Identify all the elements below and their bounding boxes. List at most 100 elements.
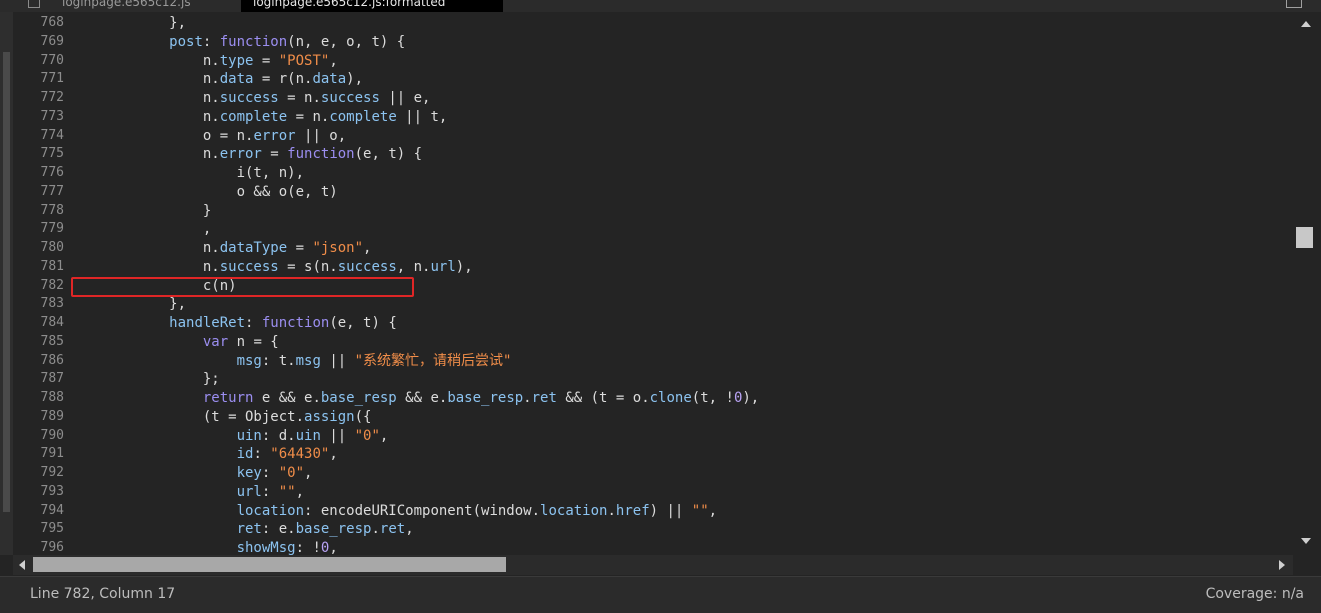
code-line[interactable]: return e && e.base_resp && e.base_resp.r… [68, 389, 1293, 408]
code-token: "系统繁忙，请稍后尝试" [354, 352, 512, 369]
code-token: n. [68, 240, 220, 256]
line-number[interactable]: 777 [14, 183, 64, 202]
code-token: data [219, 71, 254, 88]
code-line[interactable]: msg: t.msg || "系统繁忙，请稍后尝试" [68, 352, 1293, 371]
code-line[interactable]: n.error = function(e, t) { [68, 145, 1293, 164]
code-line[interactable]: key: "0", [68, 464, 1293, 483]
code-token: || t, [396, 108, 448, 125]
code-line[interactable]: n.success = n.success || e, [68, 89, 1293, 108]
line-number[interactable]: 783 [14, 295, 64, 314]
code-token: , [68, 221, 212, 238]
code-line[interactable]: n.success = s(n.success, n.url), [68, 258, 1293, 277]
code-token: = [261, 146, 288, 163]
line-number[interactable]: 794 [14, 502, 64, 521]
code-token: ({ [354, 408, 372, 425]
line-number[interactable]: 769 [14, 33, 64, 52]
code-token: n. [68, 71, 220, 88]
code-token: n. [68, 90, 220, 106]
line-number[interactable]: 770 [14, 52, 64, 71]
vertical-scrollbar-thumb[interactable] [1296, 227, 1313, 248]
code-line[interactable]: uin: d.uin || "0", [68, 427, 1293, 446]
line-number[interactable]: 778 [14, 202, 64, 221]
tab-loginpage-js-formatted[interactable]: loginpage.e565c12.js:formatted [241, 0, 503, 12]
toggle-sidebar-icon[interactable] [1286, 0, 1302, 8]
code-token: e && e. [253, 390, 321, 406]
line-number[interactable]: 780 [14, 239, 64, 258]
code-token: function [219, 33, 288, 50]
line-number[interactable]: 790 [14, 427, 64, 446]
line-number[interactable]: 782 [14, 277, 64, 296]
line-number[interactable]: 795 [14, 520, 64, 539]
line-number[interactable]: 774 [14, 127, 64, 146]
line-number[interactable]: 776 [14, 164, 64, 183]
code-line[interactable]: }; [68, 370, 1293, 389]
code-line[interactable]: id: "64430", [68, 445, 1293, 464]
line-number[interactable]: 787 [14, 370, 64, 389]
line-number[interactable]: 779 [14, 220, 64, 239]
line-number[interactable]: 788 [14, 389, 64, 408]
code-line[interactable]: o = n.error || o, [68, 127, 1293, 146]
navigator-scrollbar-thumb[interactable] [3, 52, 10, 512]
code-line[interactable]: url: "", [68, 483, 1293, 502]
code-token: . [523, 390, 532, 406]
code-line[interactable]: } [68, 202, 1293, 221]
code-token: success [320, 90, 380, 106]
vertical-scrollbar[interactable] [1293, 12, 1321, 555]
code-token: = n. [278, 90, 321, 106]
code-line[interactable]: o && o(e, t) [68, 183, 1293, 202]
line-number[interactable]: 773 [14, 108, 64, 127]
cursor-position[interactable]: Line 782, Column 17 [30, 586, 175, 602]
line-number[interactable]: 792 [14, 464, 64, 483]
horizontal-scrollbar[interactable] [13, 555, 1293, 575]
code-token: n. [68, 258, 220, 275]
line-number[interactable]: 789 [14, 408, 64, 427]
line-number[interactable]: 768 [14, 14, 64, 33]
tab-loginpage-js[interactable]: loginpage.e565c12.js [0, 0, 238, 12]
code-line[interactable]: n.type = "POST", [68, 52, 1293, 71]
code-token: n. [68, 52, 220, 69]
code-line[interactable]: var n = { [68, 333, 1293, 352]
line-number[interactable]: 786 [14, 352, 64, 371]
code-line[interactable]: ret: e.base_resp.ret, [68, 520, 1293, 539]
code-line[interactable]: post: function(n, e, o, t) { [68, 33, 1293, 52]
code-token: || [320, 352, 355, 369]
navigator-scrollbar[interactable] [0, 12, 13, 555]
line-number[interactable]: 781 [14, 258, 64, 277]
code-token: base_resp [295, 521, 372, 538]
line-number-gutter[interactable]: 768 769 770 771 772 773 774 775 776 777 778 779 780 7… [13, 12, 68, 555]
line-number[interactable]: 775 [14, 145, 64, 164]
line-number[interactable]: 784 [14, 314, 64, 333]
code-line[interactable]: n.data = r(n.data), [68, 70, 1293, 89]
scroll-up-arrow-icon[interactable] [1301, 21, 1311, 27]
code-line[interactable]: showMsg: !0, [68, 539, 1293, 555]
line-number[interactable]: 796 [14, 539, 64, 555]
scroll-right-arrow-icon[interactable] [1279, 560, 1285, 570]
code-token: "" [278, 483, 296, 500]
line-number[interactable]: 791 [14, 445, 64, 464]
code-line[interactable]: }, [68, 14, 1293, 33]
code-line[interactable]: , [68, 220, 1293, 239]
horizontal-scrollbar-thumb[interactable] [33, 557, 506, 572]
code-token: ret [379, 521, 406, 538]
code-line[interactable]: location: encodeURIComponent(window.loca… [68, 502, 1293, 521]
code-line[interactable]: n.dataType = "json", [68, 239, 1293, 258]
scroll-down-arrow-icon[interactable] [1301, 538, 1311, 544]
code-editor[interactable]: 768 769 770 771 772 773 774 775 776 777 778 779 780 7… [0, 12, 1321, 555]
code-token: . [371, 521, 380, 538]
code-line[interactable]: (t = Object.assign({ [68, 408, 1293, 427]
code-line[interactable]: handleRet: function(e, t) { [68, 314, 1293, 333]
line-number[interactable]: 771 [14, 70, 64, 89]
line-number[interactable]: 772 [14, 89, 64, 108]
line-number[interactable]: 793 [14, 483, 64, 502]
code-token: post [169, 33, 203, 50]
scroll-left-arrow-icon[interactable] [19, 560, 25, 570]
code-line[interactable]: }, [68, 295, 1293, 314]
code-line[interactable]: n.complete = n.complete || t, [68, 108, 1293, 127]
code-token: n = { [228, 333, 279, 350]
line-number[interactable]: 785 [14, 333, 64, 352]
code-token: (n, e, o, t) { [287, 33, 406, 50]
code-line[interactable]: i(t, n), [68, 164, 1293, 183]
code-token: = n. [287, 108, 330, 125]
code-token: error [219, 146, 262, 163]
